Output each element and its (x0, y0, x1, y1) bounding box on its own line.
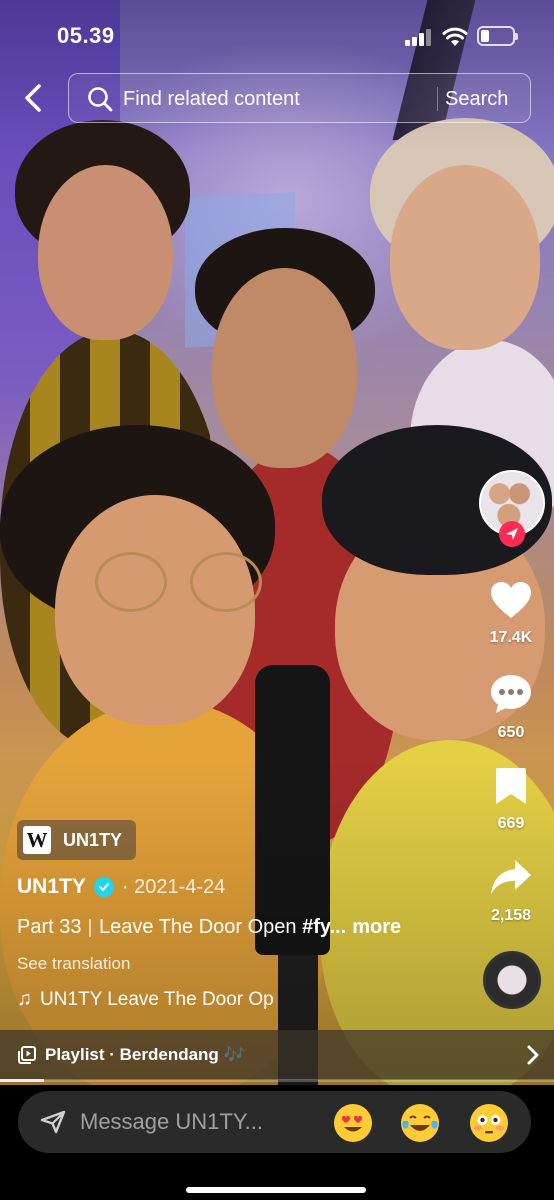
post-date: · 2021-4-24 (121, 875, 226, 898)
comment-bubble-icon (491, 675, 531, 713)
bookmark-count: 669 (497, 815, 525, 832)
share-arrow-icon (491, 860, 531, 894)
description-divider (89, 918, 91, 937)
hashtag-link[interactable]: #fy... (302, 916, 346, 939)
chevron-right-icon[interactable] (526, 1044, 540, 1066)
verified-badge-icon (93, 877, 114, 897)
status-time: 05.39 (57, 23, 115, 48)
status-bar: 05.39 (0, 0, 554, 60)
comment-count: 650 (497, 724, 525, 741)
music-disc-icon[interactable] (483, 951, 541, 1009)
message-input-box[interactable]: Message UN1TY... (18, 1091, 531, 1153)
music-note-icon: ♫ (17, 988, 32, 1010)
like-count: 17.4K (489, 629, 533, 646)
search-divider (437, 87, 438, 111)
music-info[interactable]: ♫ UN1TY Leave The Door Op (17, 988, 274, 1011)
playlist-icon (18, 1046, 36, 1064)
account-chip-name: UN1TY (63, 829, 123, 850)
bookmark-icon (496, 768, 526, 804)
bookmark-button[interactable]: 669 (472, 766, 550, 833)
flushed-emoji-icon[interactable] (470, 1104, 508, 1142)
account-chip[interactable]: W UN1TY (17, 820, 137, 860)
search-icon (88, 87, 113, 112)
like-button[interactable]: 17.4K (472, 580, 550, 647)
search-bar[interactable]: Find related content Search (68, 73, 531, 123)
more-link[interactable]: more (352, 916, 401, 939)
search-input[interactable]: Find related content (123, 88, 300, 111)
tears-of-joy-emoji-icon[interactable] (401, 1104, 439, 1142)
heart-icon (491, 582, 531, 618)
video-progress-bar[interactable] (0, 1079, 554, 1082)
see-translation-link[interactable]: See translation (17, 954, 130, 974)
description-title: Leave The Door Open (98, 916, 297, 938)
wifi-icon (442, 27, 468, 46)
description-part: Part 33 (17, 916, 82, 938)
share-button[interactable]: 2,158 (472, 858, 550, 925)
home-indicator (186, 1187, 366, 1193)
comment-button[interactable]: 650 (472, 673, 550, 742)
account-logo-icon: W (23, 826, 51, 854)
search-button[interactable]: Search (445, 88, 508, 111)
heart-eyes-emoji-icon[interactable] (334, 1104, 372, 1142)
send-icon (506, 528, 518, 540)
bottom-bar: Message UN1TY... (0, 1085, 554, 1200)
back-arrow-icon[interactable] (18, 82, 48, 114)
send-icon (40, 1110, 66, 1134)
playlist-bar[interactable]: Playlist · Berdendang 🎶 (0, 1030, 554, 1080)
playlist-label: Playlist · Berdendang 🎶 (45, 1045, 245, 1064)
share-count: 2,158 (490, 907, 532, 924)
video-progress-fill (0, 1079, 45, 1082)
author-row: UN1TY · 2021-4-24 (17, 875, 225, 899)
music-title: UN1TY Leave The Door Op (40, 988, 274, 1010)
message-input[interactable]: Message UN1TY... (80, 1109, 308, 1135)
author-name[interactable]: UN1TY (17, 875, 86, 899)
follow-button[interactable] (499, 521, 525, 547)
video-description[interactable]: Part 33 Leave The Door Open #fy... more (17, 916, 401, 939)
battery-icon (477, 26, 518, 46)
cellular-signal-icon (405, 28, 433, 46)
